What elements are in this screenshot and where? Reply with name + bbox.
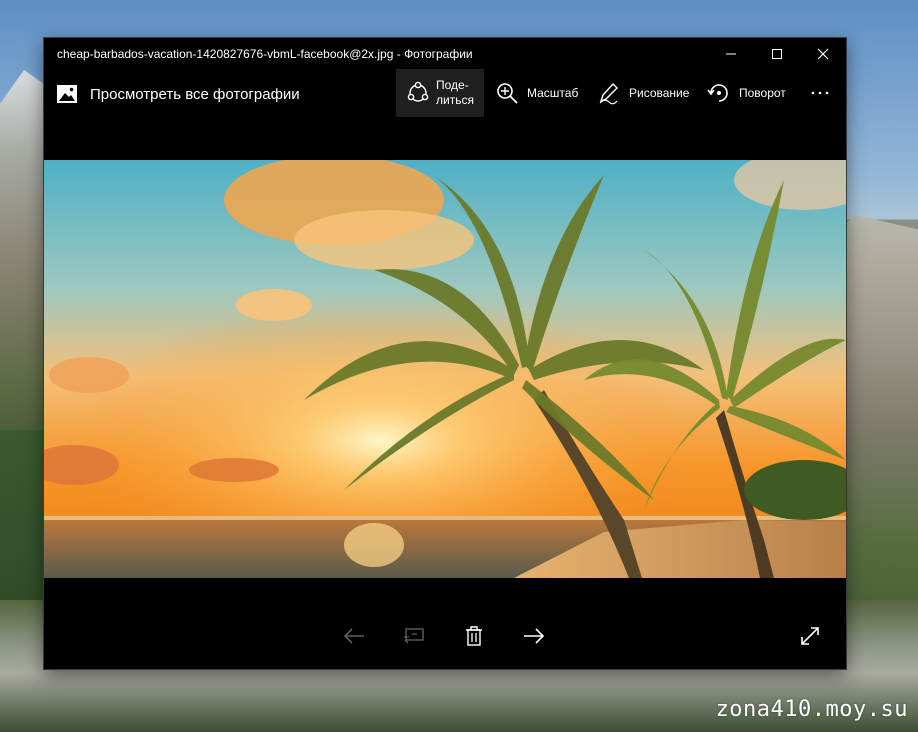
view-all-photos-label: Просмотреть все фотографии [90,85,300,103]
zoom-button[interactable]: Масштаб [495,69,578,117]
fullscreen-button[interactable] [797,623,823,649]
share-label-line1: Поде- [436,78,469,92]
slideshow-icon [404,628,424,644]
trash-icon [466,626,482,646]
more-icon [811,91,829,95]
toolbar: Просмотреть все фотографии Поде- литься … [44,69,846,119]
window-title: cheap-barbados-vacation-1420827676-vbmL-… [57,47,473,61]
view-all-photos-button[interactable]: Просмотреть все фотографии [56,81,300,107]
maximize-button[interactable] [754,38,800,69]
maximize-icon [772,48,782,59]
rotate-button[interactable]: Поворот [707,69,786,117]
more-button[interactable] [808,69,832,117]
close-button[interactable] [800,38,846,69]
slideshow-button[interactable] [401,623,427,649]
draw-button[interactable]: Рисование [597,69,689,117]
title-bar[interactable]: cheap-barbados-vacation-1420827676-vbmL-… [44,38,846,69]
arrow-left-icon [343,628,364,644]
share-label-line2: литься [436,93,474,107]
close-icon [817,48,829,59]
beach-sunset-photo [44,160,846,578]
next-button[interactable] [521,623,547,649]
rotate-label: Поворот [739,86,786,100]
zoom-in-icon [497,83,518,104]
rotate-icon [707,84,728,102]
arrow-right-icon [524,628,545,644]
photos-gallery-icon [57,85,77,103]
pen-icon [599,82,618,105]
share-label: Поде- литься [436,78,474,108]
share-icon [407,81,429,102]
minimize-icon [726,53,736,54]
fullscreen-icon [801,627,819,645]
previous-button[interactable] [341,623,367,649]
photos-window: cheap-barbados-vacation-1420827676-vbmL-… [44,38,846,669]
share-button[interactable]: Поде- литься [396,69,484,117]
zoom-label: Масштаб [527,86,579,100]
watermark: zona410.moy.su [715,697,908,722]
bottom-bar [44,578,846,669]
delete-button[interactable] [461,623,487,649]
minimize-button[interactable] [708,38,754,69]
photo-viewer[interactable] [44,160,846,578]
draw-label: Рисование [629,86,690,100]
